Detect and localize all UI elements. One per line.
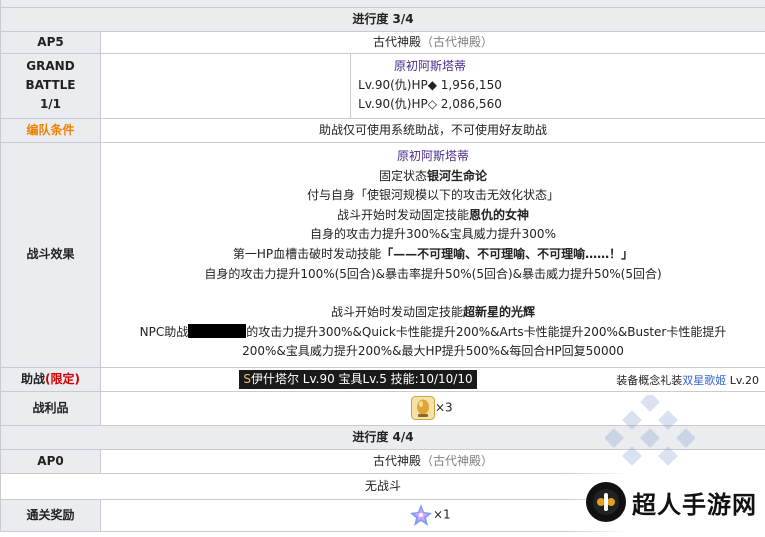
effect-line-5: 第一HP血槽击破时发动技能「——不可理喻、不可理喻、不可理喻……！」: [232, 247, 634, 261]
support-limited-tag: (限定): [45, 371, 80, 386]
loot-label: 战利品: [0, 390, 101, 426]
support-cell: S伊什塔尔 Lv.90 宝具Lv.5 技能:10/10/10 装备概念礼装双星歌…: [100, 366, 765, 392]
effect-line-6: 自身的攻击力提升100%(5回合)&暴击率提升50%(5回合)&暴击威力提升50…: [204, 266, 662, 281]
effect-enemy-link[interactable]: 原初阿斯塔蒂: [105, 147, 761, 167]
empty-enemy-slot: [100, 52, 351, 119]
support-ce: 装备概念礼装双星歌姬 Lv.20: [616, 373, 759, 387]
effect-line-4: 自身的攻击力提升300%&宝具威力提升300%: [310, 227, 556, 242]
clear-reward-label: 通关奖励: [0, 498, 101, 532]
battle-effect-cell: 原初阿斯塔蒂 固定状态银河生命论 付与自身「使银河规模以下的攻击无效化状态」 战…: [100, 141, 765, 368]
clear-reward-count: ×1: [433, 507, 451, 522]
progress-label: 进行度 3/4: [352, 11, 414, 26]
location-cell: 古代神殿（古代神殿）: [100, 30, 765, 54]
grand-battle-label: GRAND BATTLE 1/1: [0, 52, 101, 119]
battle-effect-label: 战斗效果: [0, 141, 101, 368]
watermark: 超人手游网: [565, 467, 765, 537]
team-condition-label: 编队条件: [0, 117, 101, 143]
saint-quartz-icon[interactable]: [409, 503, 433, 527]
effect-line-3: 战斗开始时发动固定技能恩仇的女神: [336, 207, 530, 222]
quest-page: 进行度 3/4 AP5 古代神殿（古代神殿） GRAND BATTLE 1/1 …: [0, 0, 765, 537]
watermark-logo-icon: [586, 482, 626, 522]
enemy-cell: 原初阿斯塔蒂 Lv.90(仇)HP◆ 1,956,150 Lv.90(仇)HP◇…: [350, 52, 765, 119]
effect-line-7: 战斗开始时发动固定技能超新星的光辉: [330, 305, 536, 320]
ap0-label: AP0: [0, 448, 101, 474]
egg-item-icon[interactable]: [411, 396, 435, 420]
location-name: 古代神殿: [372, 34, 421, 49]
support-label: 助战(限定): [0, 366, 101, 392]
watermark-text: 超人手游网: [632, 490, 757, 519]
enemy-name-link[interactable]: 原初阿斯塔蒂: [351, 57, 509, 76]
progress-header-3: 进行度 3/4: [0, 6, 765, 32]
loot-count: ×3: [435, 400, 453, 415]
effect-line-8: NPC助战 的攻击力提升300%&Quick卡性能提升200%&Arts卡性能提升…: [139, 323, 727, 339]
support-servant-badge[interactable]: S伊什塔尔 Lv.90 宝具Lv.5 技能:10/10/10: [239, 369, 477, 389]
top-cut-row: [0, 0, 765, 8]
effect-line-9: 200%&宝具威力提升200%&最大HP提升500%&每回合HP回复50000: [242, 344, 624, 359]
enemy-hp-2: Lv.90(仇)HP◇ 2,086,560: [358, 97, 502, 111]
team-condition-text: 助战仅可使用系统助战，不可使用好友助战: [100, 117, 765, 143]
ce-link[interactable]: 双星歌姬: [682, 374, 726, 387]
location-paren: （古代神殿）: [421, 34, 494, 49]
effect-spacer: [105, 284, 761, 303]
ap-label: AP5: [0, 30, 101, 54]
redaction-box: [188, 323, 247, 338]
effect-line-2: 付与自身「使银河规模以下的攻击无效化状态」: [306, 188, 559, 203]
enemy-hp-1: Lv.90(仇)HP◆ 1,956,150: [358, 78, 502, 92]
effect-line-1: 固定状态银河生命论: [378, 168, 488, 183]
